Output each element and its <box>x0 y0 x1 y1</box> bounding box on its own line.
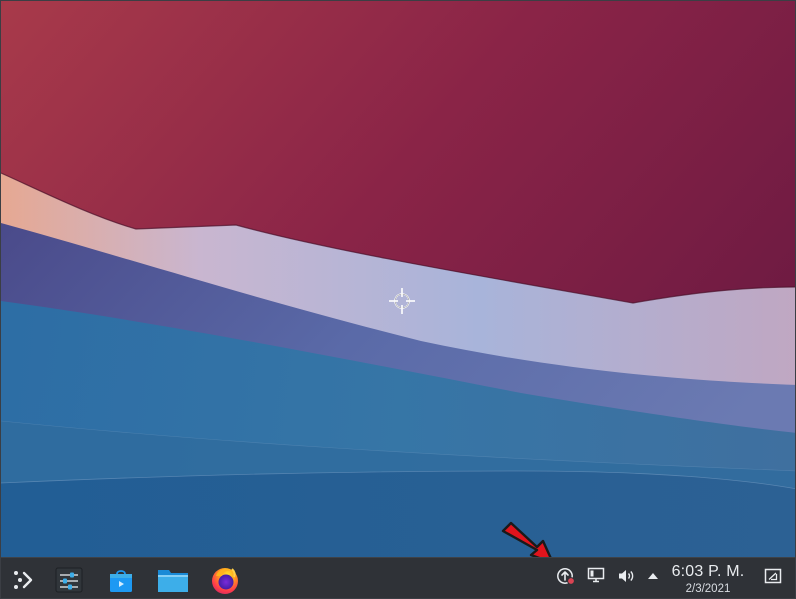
digital-clock[interactable]: 6:03 P. M. 2/3/2021 <box>665 560 751 598</box>
taskbar-app-firefox[interactable] <box>207 562 243 598</box>
show-desktop-button[interactable] <box>761 566 785 590</box>
discover-bag-icon <box>107 566 135 594</box>
taskbar-app-discover[interactable] <box>103 562 139 598</box>
tray-update-notifier[interactable] <box>554 566 578 590</box>
crosshair-cursor-icon <box>387 286 417 316</box>
taskbar-app-dolphin[interactable] <box>155 562 191 598</box>
taskbar-app-system-settings[interactable] <box>51 562 87 598</box>
app-launcher-icon <box>11 568 35 592</box>
screen: 6:03 P. M. 2/3/2021 <box>0 0 796 599</box>
folder-icon <box>157 566 189 594</box>
clock-time: 6:03 P. M. <box>671 563 745 580</box>
clock-date: 2/3/2021 <box>685 583 731 595</box>
desktop-wallpaper[interactable] <box>1 1 795 557</box>
tray-network[interactable] <box>584 566 608 590</box>
volume-icon <box>616 566 636 591</box>
tray-expand-button[interactable] <box>641 566 665 590</box>
update-notifier-icon <box>556 566 576 591</box>
show-desktop-icon <box>763 566 783 591</box>
app-launcher-button[interactable] <box>5 562 41 598</box>
taskbar-panel: 6:03 P. M. 2/3/2021 <box>1 557 795 598</box>
settings-sliders-icon <box>55 566 83 594</box>
expand-tray-arrow-icon <box>646 569 660 588</box>
network-wired-icon <box>586 566 606 591</box>
tray-volume[interactable] <box>614 566 638 590</box>
firefox-icon <box>209 564 241 596</box>
